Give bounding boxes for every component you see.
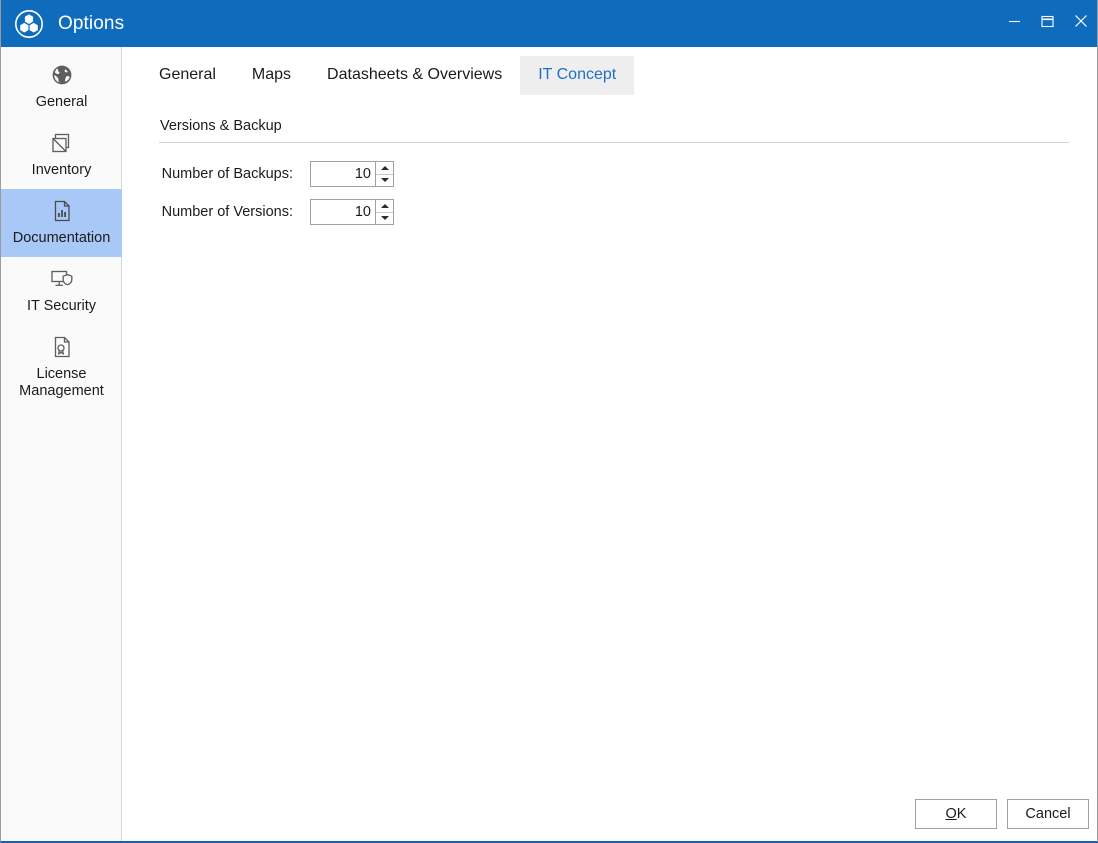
minimize-icon bbox=[1008, 15, 1021, 33]
sidebar-item-label: Documentation bbox=[12, 230, 111, 246]
number-of-backups-decrement-button[interactable] bbox=[376, 174, 393, 186]
title-bar: Options bbox=[1, 0, 1097, 47]
cancel-button[interactable]: Cancel bbox=[1007, 799, 1089, 829]
three-hexagons-circle-logo-icon bbox=[14, 9, 44, 39]
number-of-versions-label: Number of Versions: bbox=[161, 204, 293, 220]
title-bar-left: Options bbox=[1, 9, 124, 39]
sidebar-item-label: General bbox=[35, 94, 88, 110]
tab-it-concept[interactable]: IT Concept bbox=[520, 56, 635, 95]
ok-button-accelerator: O bbox=[945, 806, 957, 822]
number-of-backups-increment-button[interactable] bbox=[376, 162, 393, 175]
field-row-number-of-backups: Number of Backups: bbox=[159, 161, 1069, 187]
number-of-versions-spin-buttons bbox=[375, 200, 393, 224]
it-concept-panel: Versions & Backup Number of Backups: 10 … bbox=[122, 95, 1097, 225]
ok-button-label-rest: K bbox=[956, 806, 967, 822]
chevron-up-icon bbox=[380, 165, 389, 170]
sidebar-item-label: Inventory bbox=[31, 162, 92, 178]
group-divider bbox=[159, 142, 1069, 143]
tab-datasheets-and-overviews[interactable]: Datasheets & Overviews bbox=[309, 56, 520, 95]
stacked-boxes-icon bbox=[49, 130, 75, 156]
close-icon bbox=[1074, 14, 1088, 33]
sidebar-item-label: License Management bbox=[19, 366, 104, 399]
ok-button[interactable]: OK bbox=[915, 799, 997, 829]
content-pane: General Maps Datasheets & Overviews IT C… bbox=[122, 47, 1097, 841]
number-of-versions-stepper[interactable] bbox=[310, 199, 394, 225]
sidebar-item-inventory[interactable]: Inventory bbox=[1, 121, 122, 189]
dialog-footer: OK Cancel bbox=[915, 799, 1089, 829]
maximize-restore-icon bbox=[1041, 15, 1054, 33]
number-of-versions-input[interactable] bbox=[311, 200, 375, 224]
field-row-number-of-versions: Number of Versions: bbox=[159, 199, 1069, 225]
number-of-versions-increment-button[interactable] bbox=[376, 200, 393, 213]
chevron-down-icon bbox=[380, 178, 389, 183]
chevron-up-icon bbox=[380, 203, 389, 208]
sidebar-item-general[interactable]: General bbox=[1, 53, 122, 121]
minimize-button[interactable] bbox=[998, 0, 1031, 47]
document-certificate-icon bbox=[49, 334, 75, 360]
number-of-backups-label: Number of Backups: bbox=[161, 166, 293, 182]
window-title: Options bbox=[58, 12, 125, 34]
number-of-backups-input[interactable] bbox=[311, 162, 375, 186]
sidebar-item-label: IT Security bbox=[26, 298, 97, 314]
group-title-versions-and-backup: Versions & Backup bbox=[160, 118, 282, 134]
sidebar-item-it-security[interactable]: IT Security bbox=[1, 257, 122, 325]
tab-general[interactable]: General bbox=[141, 56, 234, 95]
sidebar-item-license-management[interactable]: License Management bbox=[1, 325, 122, 410]
chevron-down-icon bbox=[380, 216, 389, 221]
tab-strip: General Maps Datasheets & Overviews IT C… bbox=[122, 47, 1097, 95]
close-button[interactable] bbox=[1064, 0, 1097, 47]
number-of-backups-stepper[interactable] bbox=[310, 161, 394, 187]
globe-icon bbox=[49, 62, 75, 88]
options-dialog-window: Options General Inventory Documentation … bbox=[0, 0, 1098, 843]
window-controls bbox=[998, 0, 1097, 47]
sidebar-item-documentation[interactable]: Documentation bbox=[1, 189, 122, 257]
sidebar-navigation: General Inventory Documentation IT Secur… bbox=[1, 47, 122, 841]
maximize-button[interactable] bbox=[1031, 0, 1064, 47]
number-of-backups-spin-buttons bbox=[375, 162, 393, 186]
number-of-versions-decrement-button[interactable] bbox=[376, 212, 393, 224]
dialog-body: General Inventory Documentation IT Secur… bbox=[1, 47, 1097, 841]
document-chart-icon bbox=[49, 198, 75, 224]
monitor-shield-icon bbox=[49, 266, 75, 292]
tab-maps[interactable]: Maps bbox=[234, 56, 309, 95]
